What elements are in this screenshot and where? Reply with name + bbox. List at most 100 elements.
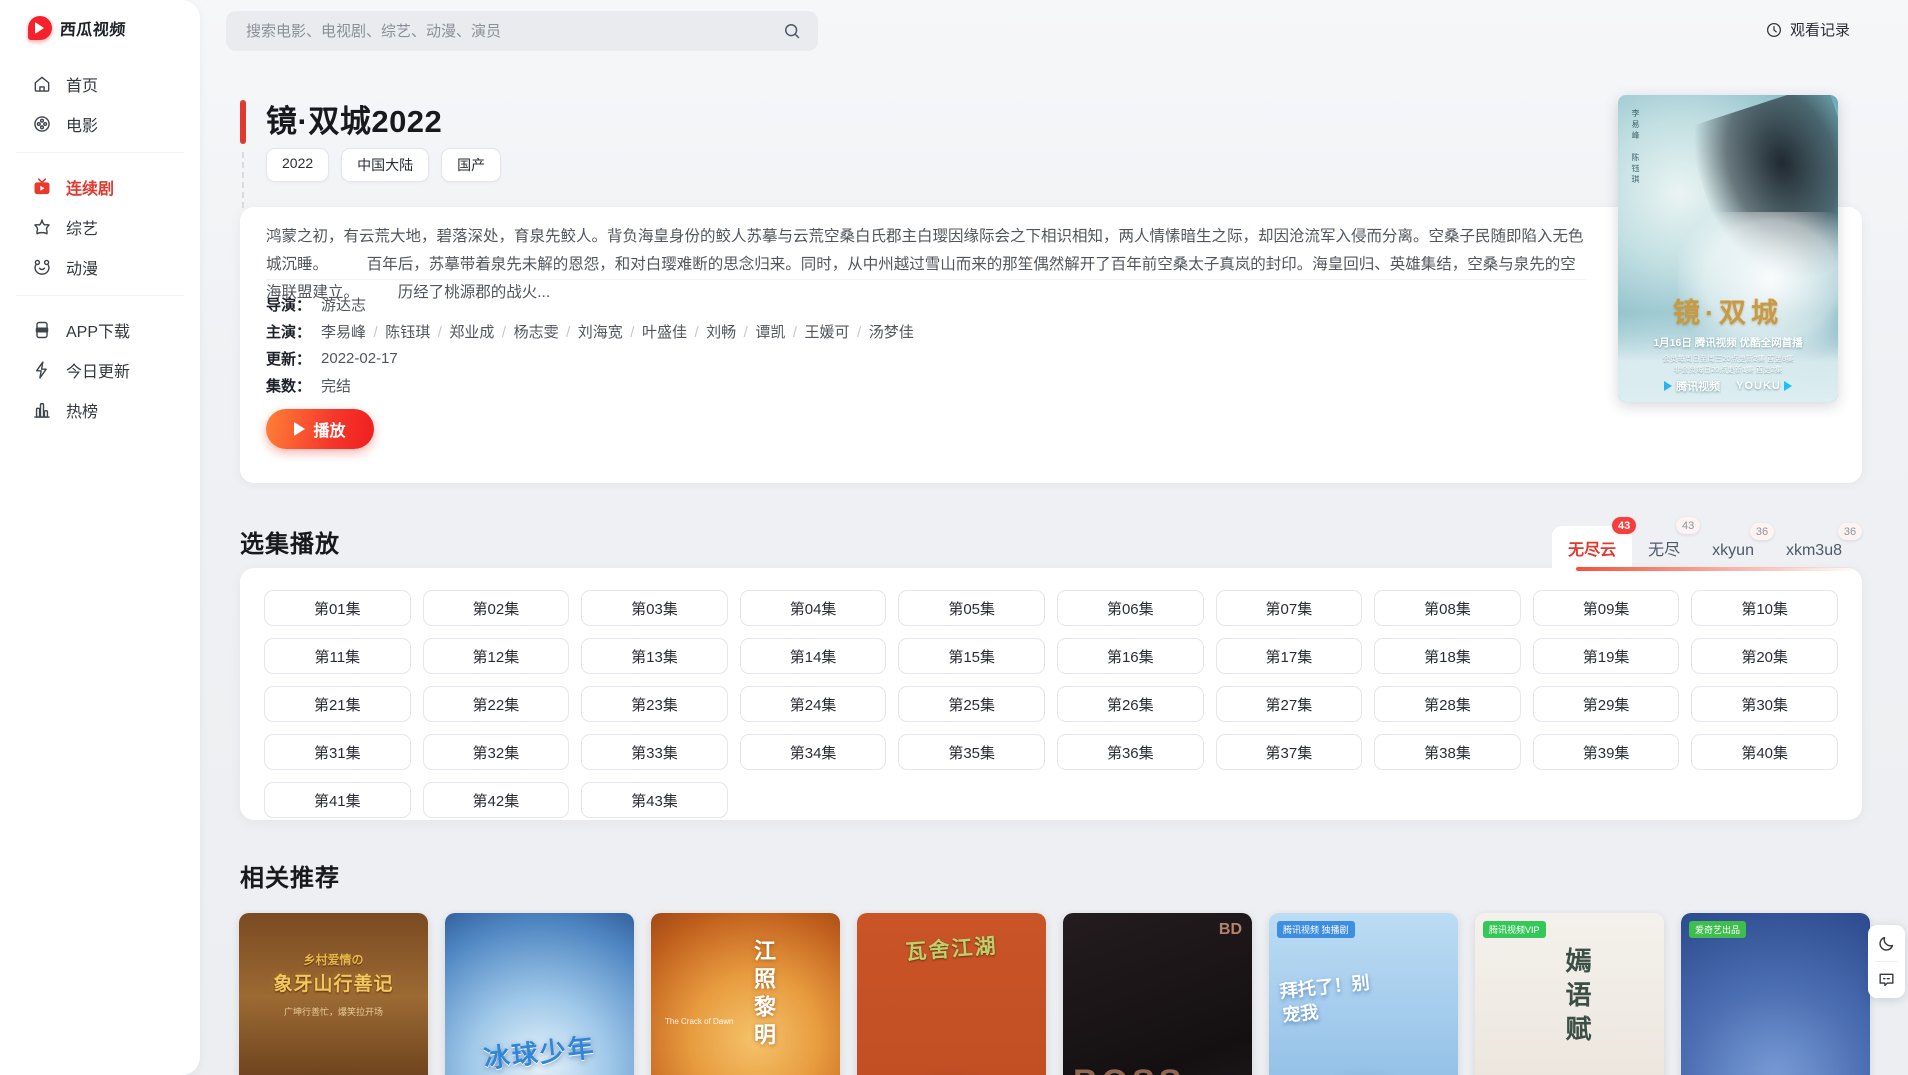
- episode-button[interactable]: 第35集: [898, 734, 1045, 770]
- episode-button[interactable]: 第14集: [740, 638, 887, 674]
- episode-button[interactable]: 第25集: [898, 686, 1045, 722]
- brand-logo[interactable]: 西瓜视频: [28, 16, 126, 40]
- poster-schedule-line: 会员每周日至周三20点更新2集 首更8集: [1618, 353, 1838, 364]
- episode-button[interactable]: 第06集: [1057, 590, 1204, 626]
- poster-schedule-line: 非会员每日20点更新1集 首更2集: [1618, 364, 1838, 375]
- episode-button[interactable]: 第05集: [898, 590, 1045, 626]
- poster-art: [1269, 1064, 1458, 1075]
- cast-name[interactable]: 叶盛佳: [642, 324, 706, 341]
- page-title: 镜·双城2022: [266, 96, 442, 141]
- related-card[interactable]: 江照黎明 The Crack of Dawn: [651, 913, 840, 1075]
- episode-button[interactable]: 第12集: [423, 638, 570, 674]
- tab-xkyun[interactable]: xkyun 36: [1696, 532, 1770, 572]
- episode-button[interactable]: 第09集: [1533, 590, 1680, 626]
- tag-list: 2022 中国大陆国产: [266, 148, 501, 182]
- search-icon[interactable]: [782, 21, 802, 41]
- episode-button[interactable]: 第28集: [1374, 686, 1521, 722]
- episode-button[interactable]: 第38集: [1374, 734, 1521, 770]
- sidebar-item-home[interactable]: 首页: [0, 64, 200, 104]
- episode-button[interactable]: 第41集: [264, 782, 411, 818]
- episode-button[interactable]: 第26集: [1057, 686, 1204, 722]
- related-card[interactable]: BD BOSS: [1063, 913, 1252, 1075]
- sidebar-item-app-download[interactable]: APP APP下载: [0, 310, 200, 350]
- director-name[interactable]: 游达志: [321, 294, 366, 315]
- episode-button[interactable]: 第04集: [740, 590, 887, 626]
- episode-button[interactable]: 第11集: [264, 638, 411, 674]
- tag-pill[interactable]: 2022: [266, 148, 329, 182]
- episode-button[interactable]: 第18集: [1374, 638, 1521, 674]
- episode-button[interactable]: 第20集: [1691, 638, 1838, 674]
- cast-name[interactable]: 谭凯: [755, 324, 804, 341]
- episode-button[interactable]: 第29集: [1533, 686, 1680, 722]
- episode-button[interactable]: 第24集: [740, 686, 887, 722]
- episode-button[interactable]: 第10集: [1691, 590, 1838, 626]
- episode-button[interactable]: 第02集: [423, 590, 570, 626]
- sidebar-item-variety[interactable]: 综艺: [0, 207, 200, 247]
- cast-name[interactable]: 杨志雯: [514, 324, 578, 341]
- poster-premiere-line: 1月16日 腾讯视频 优酷全网首播: [1618, 335, 1838, 350]
- episode-button[interactable]: 第34集: [740, 734, 887, 770]
- episode-button[interactable]: 第32集: [423, 734, 570, 770]
- related-card[interactable]: 腾讯视频 独播剧 拜托了！别宠我: [1269, 913, 1458, 1075]
- sidebar-item-anime[interactable]: 动漫: [0, 247, 200, 287]
- related-card-topline: 乡村爱情の: [239, 951, 428, 968]
- episode-button[interactable]: 第21集: [264, 686, 411, 722]
- cast-name[interactable]: 刘畅: [706, 324, 755, 341]
- episode-button[interactable]: 第27集: [1216, 686, 1363, 722]
- episode-button[interactable]: 第43集: [581, 782, 728, 818]
- related-card[interactable]: 腾讯视频VIP 嫣语赋: [1475, 913, 1664, 1075]
- related-card[interactable]: 冰球少年: [445, 913, 634, 1075]
- related-card[interactable]: 瓦舍江湖: [857, 913, 1046, 1075]
- tag-pill[interactable]: 国产: [441, 148, 501, 182]
- episode-button[interactable]: 第23集: [581, 686, 728, 722]
- episode-button[interactable]: 第42集: [423, 782, 570, 818]
- related-card[interactable]: 爱奇艺出品 Vacation of Love: [1681, 913, 1870, 1075]
- sidebar-item-label: 首页: [66, 72, 98, 96]
- cast-name[interactable]: 李易峰: [321, 324, 385, 341]
- related-card[interactable]: 乡村爱情の 象牙山行善记 广坤行善忙，爆笑拉开场: [239, 913, 428, 1075]
- episode-button[interactable]: 第07集: [1216, 590, 1363, 626]
- series-poster: 李易峰 陈钰琪 镜·双城 1月16日 腾讯视频 优酷全网首播 会员每周日至周三2…: [1618, 95, 1838, 402]
- cast-name[interactable]: 汤梦佳: [869, 324, 914, 341]
- episode-button[interactable]: 第17集: [1216, 638, 1363, 674]
- sidebar-item-hot-rank[interactable]: 热榜: [0, 390, 200, 430]
- episode-button[interactable]: 第03集: [581, 590, 728, 626]
- tag-pill[interactable]: 中国大陆: [341, 148, 429, 182]
- episode-button[interactable]: 第15集: [898, 638, 1045, 674]
- episode-button[interactable]: 第39集: [1533, 734, 1680, 770]
- related-card-title: 瓦舍江湖: [857, 926, 1046, 969]
- cast-name[interactable]: 郑业成: [449, 324, 513, 341]
- episode-button[interactable]: 第19集: [1533, 638, 1680, 674]
- sidebar-item-today-updates[interactable]: 今日更新: [0, 350, 200, 390]
- tab-wujinyun[interactable]: 无尽云 43: [1552, 526, 1632, 572]
- episode-count-row: 集数： 完结: [266, 372, 1606, 399]
- episode-button[interactable]: 第37集: [1216, 734, 1363, 770]
- episode-button[interactable]: 第08集: [1374, 590, 1521, 626]
- search-input[interactable]: [246, 23, 782, 40]
- episode-button[interactable]: 第31集: [264, 734, 411, 770]
- cast-name[interactable]: 王媛可: [805, 324, 869, 341]
- tab-badge: 36: [1838, 523, 1862, 540]
- platform-youku: YOUKU: [1736, 380, 1781, 392]
- episode-button[interactable]: 第13集: [581, 638, 728, 674]
- episode-button[interactable]: 第22集: [423, 686, 570, 722]
- episode-button[interactable]: 第16集: [1057, 638, 1204, 674]
- home-icon: [32, 74, 52, 94]
- cast-name[interactable]: 刘海宽: [578, 324, 642, 341]
- episode-button[interactable]: 第33集: [581, 734, 728, 770]
- episode-button[interactable]: 第01集: [264, 590, 411, 626]
- title-accent-dash: [242, 152, 244, 208]
- play-button[interactable]: 播放: [266, 409, 374, 449]
- sidebar-item-movies[interactable]: 电影: [0, 104, 200, 144]
- episode-button[interactable]: 第40集: [1691, 734, 1838, 770]
- cast-name[interactable]: 陈钰琪: [385, 324, 449, 341]
- tab-wujin[interactable]: 无尽 43: [1632, 526, 1696, 572]
- poster-art: [1063, 1064, 1252, 1075]
- feedback-comment-icon[interactable]: [1877, 970, 1896, 989]
- episode-button[interactable]: 第36集: [1057, 734, 1204, 770]
- watch-history-button[interactable]: 观看记录: [1765, 19, 1850, 40]
- dark-mode-moon-icon[interactable]: [1877, 934, 1896, 953]
- episode-button[interactable]: 第30集: [1691, 686, 1838, 722]
- sidebar-item-series[interactable]: 连续剧: [0, 167, 200, 207]
- tab-xkm3u8[interactable]: xkm3u8 36: [1770, 532, 1858, 572]
